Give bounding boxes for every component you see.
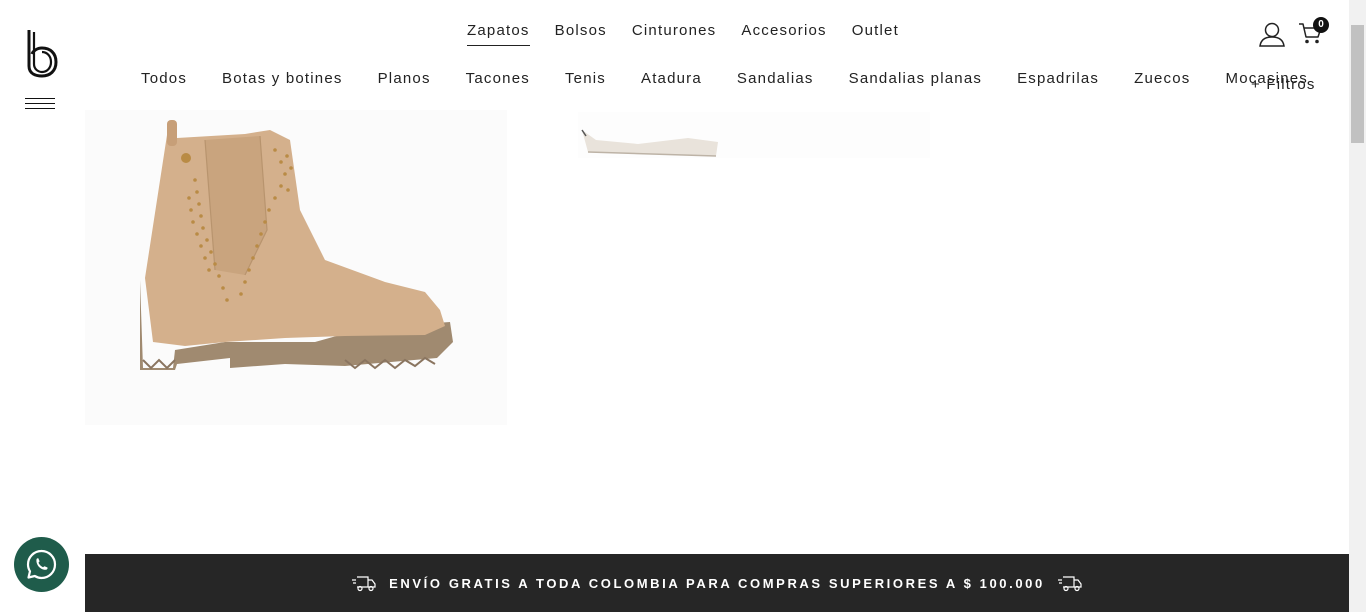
whatsapp-icon [26, 549, 57, 580]
delivery-truck-icon [352, 576, 376, 592]
subnav-todos[interactable]: Todos [141, 70, 187, 87]
main-nav: Zapatos Bolsos Cinturones Accesorios Out… [0, 22, 1366, 46]
free-shipping-banner: ENVÍO GRATIS A TODA COLOMBIA PARA COMPRA… [85, 554, 1349, 612]
main-nav-bolsos[interactable]: Bolsos [555, 22, 607, 46]
product-card[interactable] [85, 110, 507, 425]
user-icon[interactable] [1258, 21, 1286, 47]
subnav-atadura[interactable]: Atadura [641, 70, 702, 87]
hamburger-menu-icon[interactable] [25, 98, 55, 114]
main-nav-zapatos[interactable]: Zapatos [467, 22, 530, 46]
delivery-truck-icon [1057, 576, 1082, 592]
subnav-tacones[interactable]: Tacones [466, 70, 530, 87]
subnav-botas-y-botines[interactable]: Botas y botines [222, 70, 343, 87]
subnav-sandalias-planas[interactable]: Sandalias planas [849, 70, 982, 87]
main-nav-accesorios[interactable]: Accesorios [741, 22, 826, 46]
subnav-tenis[interactable]: Tenis [565, 70, 606, 87]
subnav-zuecos[interactable]: Zuecos [1134, 70, 1190, 87]
category-subnav: Todos Botas y botines Planos Tacones Ten… [141, 70, 1308, 87]
cart-count-badge: 0 [1313, 17, 1329, 33]
product-card[interactable] [578, 112, 930, 158]
filters-button[interactable]: + Filtros [1251, 76, 1316, 93]
main-nav-cinturones[interactable]: Cinturones [632, 22, 717, 46]
subnav-planos[interactable]: Planos [378, 70, 431, 87]
subnav-sandalias[interactable]: Sandalias [737, 70, 814, 87]
product-image-boot [140, 120, 453, 370]
left-sidebar [0, 0, 85, 612]
whatsapp-button[interactable] [14, 537, 69, 592]
subnav-espadrilas[interactable]: Espadrilas [1017, 70, 1099, 87]
free-shipping-text: ENVÍO GRATIS A TODA COLOMBIA PARA COMPRA… [389, 575, 1045, 591]
scrollbar-thumb[interactable] [1351, 25, 1364, 143]
main-nav-outlet[interactable]: Outlet [852, 22, 899, 46]
product-image-shoe [581, 129, 718, 157]
